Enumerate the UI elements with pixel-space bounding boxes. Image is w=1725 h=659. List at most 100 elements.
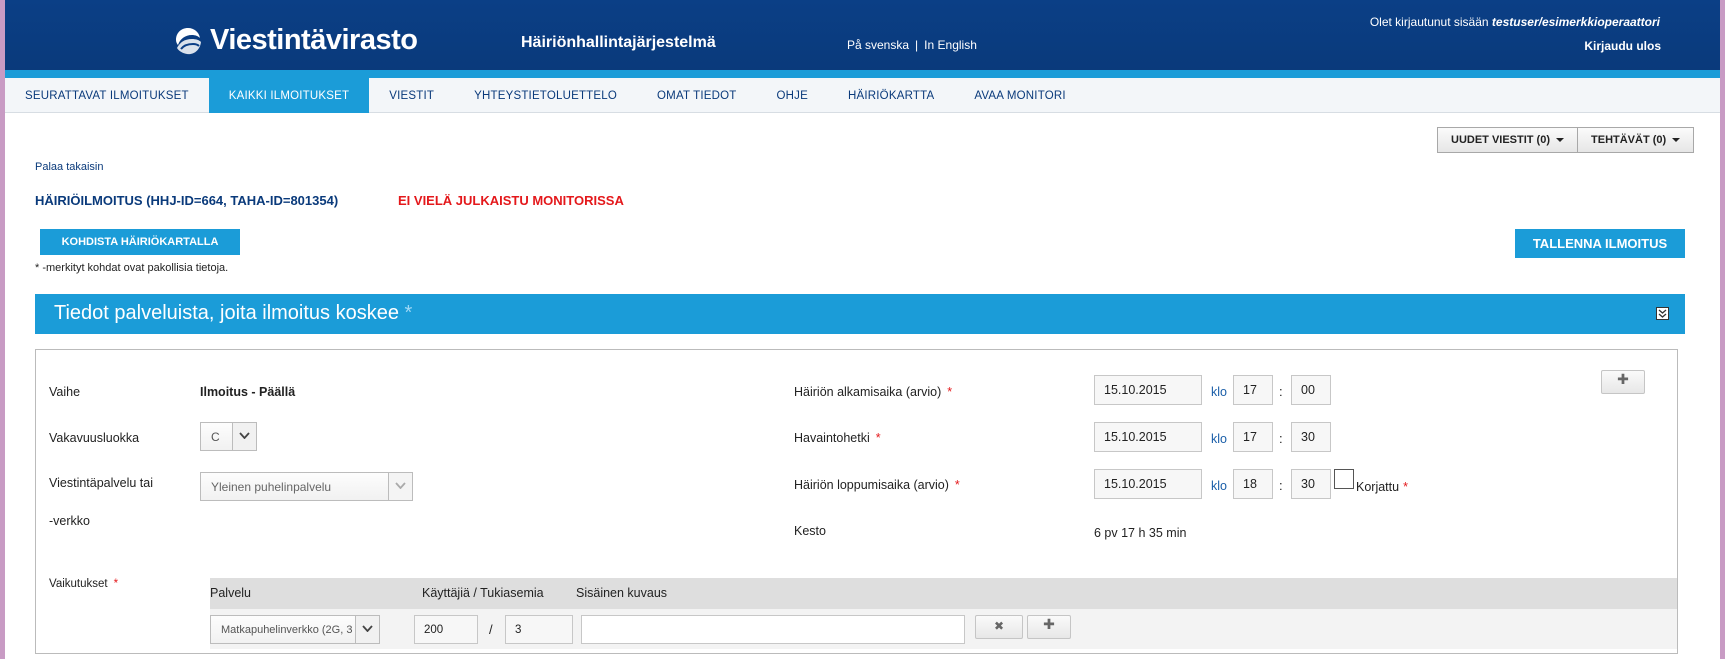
end-date-input[interactable]: 15.10.2015 <box>1094 469 1202 499</box>
impacts-col-description: Sisäinen kuvaus <box>576 586 668 600</box>
severity-select[interactable]: C <box>200 422 257 451</box>
section-required-mark: * <box>404 302 413 324</box>
phase-value: Ilmoitus - Päällä <box>200 385 296 399</box>
observed-time-label: Havaintohetki * <box>794 431 881 445</box>
caret-down-icon <box>1672 138 1681 143</box>
impacts-col-users: Käyttäjiä / Tukiasemia <box>422 586 544 600</box>
table-row: Matkapuhelinverkko (2G, 3 200 / 3 ✖ ✚ <box>210 609 1677 649</box>
plus-icon: ✚ <box>1617 372 1629 388</box>
impacts-label-text: Vaikutukset <box>49 578 108 590</box>
time-colon: : <box>1279 431 1283 446</box>
observed-time-label-text: Havaintohetki <box>794 431 870 445</box>
duration-value: 6 pv 17 h 35 min <box>1094 526 1187 540</box>
lang-english-link[interactable]: In English <box>924 38 977 52</box>
nav-item-disruption-map[interactable]: HÄIRIÖKARTTA <box>828 78 954 113</box>
end-minute-input[interactable]: 30 <box>1291 469 1331 499</box>
service-select[interactable]: Yleinen puhelinpalvelu <box>200 472 413 501</box>
form-panel: Vaihe Ilmoitus - Päällä Vakavuusluokka C… <box>35 349 1678 654</box>
end-hour-input[interactable]: 18 <box>1233 469 1273 499</box>
logout-link[interactable]: Kirjaudu ulos <box>1584 39 1661 53</box>
time-colon: : <box>1279 478 1283 493</box>
users-separator: / <box>489 622 493 637</box>
login-user: testuser/esimerkkioperaattori <box>1491 15 1660 29</box>
start-hour-input[interactable]: 17 <box>1233 375 1273 405</box>
nav-item-all-reports[interactable]: KAIKKI ILMOITUKSET <box>208 78 370 113</box>
required-star: * <box>875 431 881 445</box>
save-report-button[interactable]: TALLENNA ILMOITUS <box>1515 229 1685 258</box>
observed-hour-input[interactable]: 17 <box>1233 422 1273 452</box>
new-messages-label: UUDET VIESTIT (0) <box>1451 134 1551 146</box>
required-note: * -merkityt kohdat ovat pakollisia tieto… <box>35 262 229 274</box>
impact-service-select[interactable]: Matkapuhelinverkko (2G, 3 <box>210 615 380 644</box>
collapse-icon[interactable] <box>1656 307 1669 320</box>
back-link[interactable]: Palaa takaisin <box>35 161 104 173</box>
fixed-label-text: Korjattu <box>1356 480 1400 494</box>
start-minute-input[interactable]: 00 <box>1291 375 1331 405</box>
nav-item-contacts[interactable]: YHTEYSTIETOLUETTELO <box>454 78 637 113</box>
start-time-label: Häiriön alkamisaika (arvio) * <box>794 385 952 399</box>
phase-label: Vaihe <box>49 385 81 399</box>
klo-label: klo <box>1211 479 1227 493</box>
duration-label: Kesto <box>794 524 826 538</box>
language-links: På svenska | In English <box>847 38 977 52</box>
plus-icon: ✚ <box>1043 617 1055 633</box>
section-title: Tiedot palveluista, joita ilmoitus koske… <box>54 302 412 325</box>
impacts-label: Vaikutukset * <box>49 578 118 590</box>
fixed-checkbox[interactable] <box>1334 469 1354 489</box>
fixed-label: Korjattu * <box>1356 480 1408 494</box>
nav-item-messages[interactable]: VIESTIT <box>369 78 454 113</box>
lang-separator: | <box>915 38 919 52</box>
klo-label: klo <box>1211 385 1227 399</box>
add-impact-button[interactable]: ✚ <box>1027 615 1071 639</box>
close-icon: ✖ <box>993 619 1005 633</box>
window-right-border <box>1720 0 1725 659</box>
impact-stations-input[interactable]: 3 <box>505 615 573 644</box>
tasks-label: TEHTÄVÄT (0) <box>1591 134 1667 146</box>
nav-item-open-monitor[interactable]: AVAA MONITORI <box>954 78 1085 113</box>
map-locate-button[interactable]: KOHDISTA HÄIRIÖKARTALLA <box>40 229 240 255</box>
impact-service-value: Matkapuhelinverkko (2G, 3 <box>221 624 353 636</box>
service-label-line1: Viestintäpalvelu tai <box>49 476 154 490</box>
severity-value: C <box>211 430 220 444</box>
section-header[interactable]: Tiedot palveluista, joita ilmoitus koske… <box>35 294 1685 334</box>
end-time-label: Häiriön loppumisaika (arvio) * <box>794 478 960 492</box>
service-label-line2: -verkko <box>49 514 90 528</box>
login-info: Olet kirjautunut sisään testuser/esimerk… <box>1370 15 1660 29</box>
observed-minute-input[interactable]: 30 <box>1291 422 1331 452</box>
nav-item-help[interactable]: OHJE <box>757 78 828 113</box>
logo[interactable]: Viestintävirasto <box>172 24 418 57</box>
header-stripe <box>5 70 1720 78</box>
chevron-down-icon <box>232 423 256 450</box>
impact-description-input[interactable] <box>581 615 965 644</box>
start-time-label-text: Häiriön alkamisaika (arvio) <box>794 385 942 399</box>
required-star: * <box>954 478 960 492</box>
end-time-label-text: Häiriön loppumisaika (arvio) <box>794 478 949 492</box>
severity-label: Vakavuusluokka <box>49 431 140 445</box>
service-value: Yleinen puhelinpalvelu <box>211 480 332 494</box>
required-star: * <box>1403 480 1408 494</box>
add-time-button[interactable]: ✚ <box>1601 370 1645 394</box>
impacts-col-service: Palvelu <box>210 586 251 600</box>
login-prefix: Olet kirjautunut sisään <box>1369 15 1489 29</box>
logo-text: Viestintävirasto <box>210 24 418 56</box>
status-badge: EI VIELÄ JULKAISTU MONITORISSA <box>398 193 624 208</box>
observed-date-input[interactable]: 15.10.2015 <box>1094 422 1202 452</box>
start-date-input[interactable]: 15.10.2015 <box>1094 375 1202 405</box>
remove-impact-button[interactable]: ✖ <box>975 615 1023 639</box>
main-nav: SEURATTAVAT ILMOITUKSET KAIKKI ILMOITUKS… <box>5 78 1720 113</box>
tasks-dropdown[interactable]: TEHTÄVÄT (0) <box>1577 128 1693 152</box>
new-messages-dropdown[interactable]: UUDET VIESTIT (0) <box>1438 128 1577 152</box>
time-colon: : <box>1279 384 1283 399</box>
required-star: * <box>947 385 953 399</box>
app-title: Häiriönhallintajärjestelmä <box>521 34 716 51</box>
section-title-text: Tiedot palveluista, joita ilmoitus koske… <box>54 302 399 324</box>
chevron-down-icon <box>355 616 379 643</box>
impact-users-input[interactable]: 200 <box>414 615 478 644</box>
lang-swedish-link[interactable]: På svenska <box>847 38 909 52</box>
logo-icon <box>176 27 201 54</box>
notification-group: UUDET VIESTIT (0) TEHTÄVÄT (0) <box>1437 127 1695 153</box>
nav-item-my-info[interactable]: OMAT TIEDOT <box>637 78 757 113</box>
nav-item-followed[interactable]: SEURATTAVAT ILMOITUKSET <box>5 78 209 113</box>
klo-label: klo <box>1211 432 1227 446</box>
app-header: Viestintävirasto Häiriönhallintajärjeste… <box>5 0 1720 70</box>
